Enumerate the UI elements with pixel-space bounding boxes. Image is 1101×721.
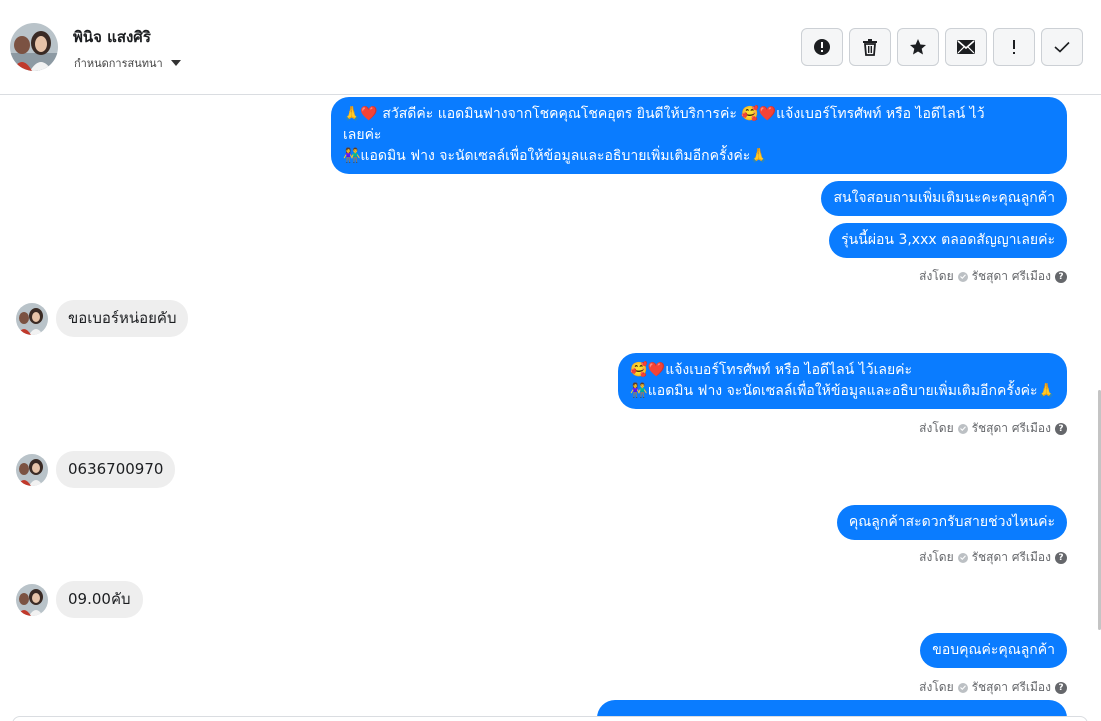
sent-by-label: ส่งโดย [919, 550, 954, 564]
outgoing-message: 🥰❤️แจ้งเบอร์โทรศัพท์ หรือ ไอดีไลน์ ไว้เล… [618, 353, 1067, 409]
sent-by-meta: ส่งโดย รัชสุดา ศรีเมือง ? [919, 267, 1067, 286]
message-bubble[interactable]: สนใจสอบถามเพิ่มเติมนะคะคุณลูกค้า [821, 181, 1067, 216]
mark-unread-button[interactable] [945, 28, 987, 66]
envelope-icon [957, 40, 975, 54]
mark-done-button[interactable] [1041, 28, 1083, 66]
sent-by-meta: ส่งโดย รัชสุดา ศรีเมือง ? [919, 548, 1067, 567]
star-button[interactable] [897, 28, 939, 66]
contact-avatar-small[interactable] [16, 583, 48, 616]
sent-by-label: ส่งโดย [919, 421, 954, 435]
help-icon[interactable]: ? [1055, 551, 1067, 564]
message-bubble[interactable]: 09.00คับ [56, 581, 143, 618]
message-composer[interactable] [12, 716, 1088, 721]
sender-name[interactable]: รัชสุดา ศรีเมือง [972, 548, 1051, 567]
incoming-message: ขอเบอร์หน่อยคับ [16, 300, 189, 337]
message-bubble[interactable]: 🥰❤️แจ้งเบอร์โทรศัพท์ หรือ ไอดีไลน์ ไว้เล… [618, 353, 1067, 409]
incoming-message: 09.00คับ [16, 581, 143, 618]
assign-conversation-label: กำหนดการสนทนา [74, 57, 163, 70]
message-bubble[interactable]: ขอบคุณค่ะคุณลูกค้า [920, 633, 1067, 668]
message-text-line: เลยค่ะ [343, 127, 382, 143]
contact-avatar[interactable] [10, 23, 58, 71]
verified-icon [957, 423, 968, 434]
contact-name: พินิจ แสงศิริ [73, 28, 151, 46]
mark-spam-button[interactable] [801, 28, 843, 66]
check-icon [1054, 41, 1070, 53]
message-text-line: 🥰❤️แจ้งเบอร์โทรศัพท์ หรือ ไอดีไลน์ ไว้เล… [630, 362, 913, 378]
help-icon[interactable]: ? [1055, 270, 1067, 283]
sender-name[interactable]: รัชสุดา ศรีเมือง [972, 267, 1051, 286]
verified-icon [957, 552, 968, 563]
outgoing-message: 🙏❤️ สวัสดีค่ะ แอดมินฟางจากโชคคุณโชคอุตร … [331, 97, 1067, 174]
verified-icon [957, 271, 968, 282]
caret-down-icon [170, 60, 181, 66]
trash-icon [863, 39, 877, 56]
outgoing-message: ขอบคุณค่ะคุณลูกค้า [920, 633, 1067, 668]
delete-button[interactable] [849, 28, 891, 66]
incoming-message: 0636700970 [16, 451, 176, 488]
star-icon [910, 39, 926, 55]
outgoing-message: คุณลูกค้าสะดวกรับสายช่วงไหนค่ะ [836, 505, 1067, 540]
sent-by-meta: ส่งโดย รัชสุดา ศรีเมือง ? [919, 678, 1067, 697]
help-icon[interactable]: ? [1055, 681, 1067, 694]
assign-conversation-dropdown[interactable]: กำหนดการสนทนา [74, 54, 181, 72]
message-bubble[interactable]: 0636700970 [56, 451, 176, 488]
message-text-line: 🙏❤️ สวัสดีค่ะ แอดมินฟางจากโชคคุณโชคอุตร … [343, 106, 985, 122]
message-bubble[interactable]: รุ่นนี้ผ่อน 3,xxx ตลอดสัญญาเลยค่ะ [829, 223, 1067, 258]
message-text-line: 👫แอดมิน ฟาง จะนัดเซลล์เพื่อให้ข้อมูลและอ… [630, 383, 1055, 399]
outgoing-message: รุ่นนี้ผ่อน 3,xxx ตลอดสัญญาเลยค่ะ [829, 223, 1067, 258]
message-bubble[interactable]: คุณลูกค้าสะดวกรับสายช่วงไหนค่ะ [836, 505, 1067, 540]
conversation-toolbar [801, 28, 1083, 66]
message-text-line: 👫แอดมิน ฟาง จะนัดเซลล์เพื่อให้ข้อมูลและอ… [343, 148, 768, 164]
sent-by-meta: ส่งโดย รัชสุดา ศรีเมือง ? [919, 419, 1067, 438]
alert-circle-icon [814, 39, 830, 55]
contact-avatar-small[interactable] [16, 453, 48, 486]
exclamation-icon [1013, 40, 1015, 54]
flag-button[interactable] [993, 28, 1035, 66]
sent-by-label: ส่งโดย [919, 680, 954, 694]
help-icon[interactable]: ? [1055, 422, 1067, 435]
sent-by-label: ส่งโดย [919, 269, 954, 283]
sender-name[interactable]: รัชสุดา ศรีเมือง [972, 419, 1051, 438]
message-bubble[interactable]: 🙏❤️ สวัสดีค่ะ แอดมินฟางจากโชคคุณโชคอุตร … [331, 97, 1067, 174]
outgoing-message: สนใจสอบถามเพิ่มเติมนะคะคุณลูกค้า [821, 181, 1067, 216]
sender-name[interactable]: รัชสุดา ศรีเมือง [972, 678, 1051, 697]
verified-icon [957, 682, 968, 693]
message-bubble[interactable]: ขอเบอร์หน่อยคับ [56, 300, 189, 337]
conversation-header: พินิจ แสงศิริ กำหนดการสนทนา [0, 0, 1101, 95]
contact-avatar-small[interactable] [16, 302, 48, 335]
message-thread[interactable]: 🙏❤️ สวัสดีค่ะ แอดมินฟางจากโชคคุณโชคอุตร … [0, 96, 1101, 721]
